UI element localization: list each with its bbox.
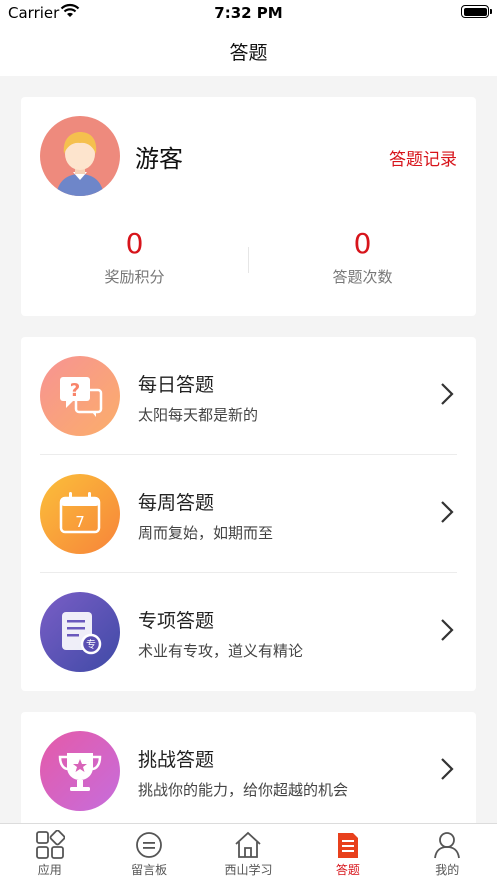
battery-icon — [461, 5, 492, 18]
tab-label: 西山学习 — [224, 863, 273, 877]
stat-points-label: 奖励积分 — [104, 268, 165, 286]
nav-bar: 答题 — [0, 28, 497, 76]
chevron-right-icon — [441, 383, 454, 405]
chevron-right-icon — [441, 758, 454, 780]
quiz-list-card: ? 每日答题 太阳每天都是新的 7 每周答题 周而复始，如期而至 专 专项答题 … — [21, 337, 476, 691]
tab-label: 留言板 — [131, 863, 168, 877]
profile-card: 游客 答题记录 0 奖励积分 0 答题次数 — [21, 97, 476, 316]
item-subtitle: 周而复始，如期而至 — [138, 524, 274, 542]
challenge-card: 挑战答题 挑战你的能力，给你超越的机会 — [21, 712, 476, 832]
svg-text:?: ? — [70, 380, 80, 401]
apps-grid-icon — [35, 830, 65, 859]
stat-count-label: 答题次数 — [332, 268, 393, 286]
item-title: 每周答题 — [138, 492, 215, 514]
item-title: 挑战答题 — [138, 749, 215, 771]
quiz-doc-icon — [337, 833, 358, 858]
username: 游客 — [135, 145, 183, 173]
tab-label: 我的 — [435, 863, 460, 877]
message-icon — [136, 832, 162, 858]
user-icon — [434, 832, 461, 859]
question-chat-icon: ? — [40, 356, 120, 436]
list-item-weekly-quiz[interactable]: 7 每周答题 周而复始，如期而至 — [21, 455, 476, 573]
tab-mine[interactable]: 我的 — [398, 824, 497, 883]
list-item-daily-quiz[interactable]: ? 每日答题 太阳每天都是新的 — [21, 337, 476, 455]
tab-message-board[interactable]: 留言板 — [99, 824, 198, 883]
stat-count: 0 答题次数 — [249, 229, 476, 287]
item-subtitle: 太阳每天都是新的 — [138, 406, 259, 424]
stat-points-value: 0 — [125, 227, 144, 260]
svg-text:专: 专 — [86, 638, 96, 651]
tab-label: 答题 — [335, 863, 360, 877]
list-item-challenge-quiz[interactable]: 挑战答题 挑战你的能力，给你超越的机会 — [21, 712, 476, 830]
tab-xishan-study[interactable]: 西山学习 — [199, 824, 298, 883]
tab-bar: 应用 留言板 西山学习 答题 我的 — [0, 823, 497, 883]
svg-text:7: 7 — [75, 513, 85, 531]
status-bar: Carrier 7:32 PM — [0, 0, 497, 28]
stat-points: 0 奖励积分 — [21, 229, 248, 287]
home-icon — [235, 831, 262, 858]
tab-quiz[interactable]: 答题 — [298, 824, 397, 883]
tab-apps[interactable]: 应用 — [0, 824, 99, 883]
document-icon: 专 — [40, 592, 120, 672]
guest-avatar-icon — [56, 132, 104, 196]
page-title: 答题 — [229, 42, 268, 64]
item-subtitle: 挑战你的能力，给你超越的机会 — [138, 781, 349, 799]
chevron-right-icon — [441, 501, 454, 523]
chevron-right-icon — [441, 619, 454, 641]
clock-time: 7:32 PM — [214, 4, 283, 22]
quiz-record-link[interactable]: 答题记录 — [389, 145, 457, 170]
trophy-icon — [40, 731, 120, 811]
tab-label: 应用 — [37, 863, 62, 877]
item-title: 专项答题 — [138, 610, 215, 632]
stat-count-value: 0 — [353, 227, 372, 260]
calendar-icon: 7 — [40, 474, 120, 554]
avatar[interactable] — [40, 116, 120, 196]
item-title: 每日答题 — [138, 374, 215, 396]
list-item-special-quiz[interactable]: 专 专项答题 术业有专攻，道义有精论 — [21, 573, 476, 691]
item-subtitle: 术业有专攻，道义有精论 — [138, 642, 304, 660]
